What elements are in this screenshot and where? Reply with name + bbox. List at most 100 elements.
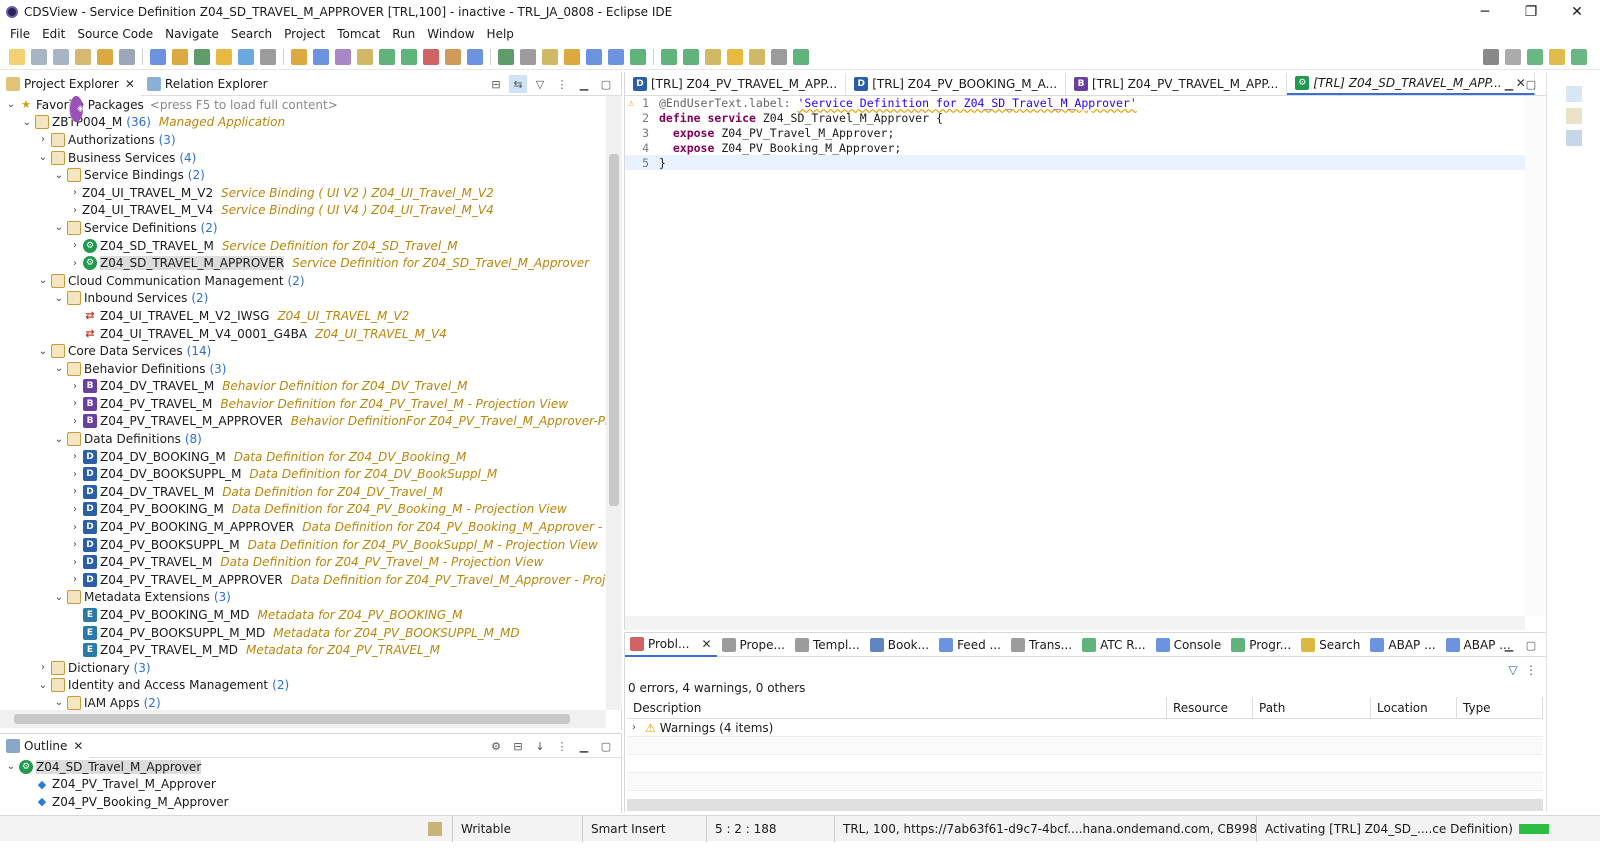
chevron-down-icon[interactable]: ⌄ bbox=[52, 697, 66, 708]
tree-item[interactable]: ⌄ Identity and Access Management (2) bbox=[0, 677, 606, 695]
maximize-view-icon[interactable]: ▢ bbox=[597, 75, 615, 93]
tree-item[interactable]: ⌄ Cloud Communication Management (2) bbox=[0, 272, 606, 290]
tree-item[interactable]: › Authorizations (3) bbox=[0, 131, 606, 149]
tree-item[interactable]: ⌄ Data Definitions (8) bbox=[0, 430, 606, 448]
link-editor-icon[interactable]: ⇆ bbox=[509, 75, 527, 93]
tree-item[interactable]: ⌄ ⚙ Z04_SD_Travel_M_Approver bbox=[0, 758, 621, 776]
menu-run[interactable]: Run bbox=[386, 27, 421, 41]
maximize-view-icon[interactable]: ▢ bbox=[597, 737, 615, 755]
chevron-right-icon[interactable]: › bbox=[68, 240, 82, 251]
tree-item[interactable]: ⌄ Service Bindings (2) bbox=[0, 166, 606, 184]
debug-perspective-icon[interactable] bbox=[1571, 49, 1587, 65]
toolbar-action-icon[interactable] bbox=[291, 48, 307, 65]
restore-icon[interactable] bbox=[1565, 86, 1582, 102]
col-description[interactable]: Description bbox=[627, 697, 1167, 719]
toolbar-action-icon[interactable] bbox=[498, 48, 514, 65]
toolbar-action-icon[interactable] bbox=[150, 48, 166, 65]
menu-file[interactable]: File bbox=[4, 27, 36, 41]
tree-item[interactable]: ⌄ Metadata Extensions (3) bbox=[0, 589, 606, 607]
editor-tab[interactable]: D [TRL] Z04_PV_TRAVEL_M_APP... bbox=[625, 72, 847, 95]
tree-item[interactable]: › B Z04_PV_TRAVEL_M_APPROVER Behavior Defin… bbox=[0, 413, 606, 431]
toolbar-action-icon[interactable] bbox=[520, 48, 536, 65]
chevron-right-icon[interactable]: › bbox=[36, 134, 50, 145]
bottom-tab[interactable]: Book... bbox=[865, 633, 934, 657]
chevron-right-icon[interactable]: › bbox=[68, 205, 82, 216]
minimize-view-icon[interactable]: ▁ bbox=[575, 737, 593, 755]
chevron-down-icon[interactable]: ⌄ bbox=[4, 761, 18, 772]
tree-item[interactable]: ⌄ Core Data Services (14) bbox=[0, 342, 606, 360]
chevron-right-icon[interactable]: › bbox=[68, 557, 82, 568]
filter-icon[interactable]: ▽ bbox=[1504, 661, 1522, 679]
toolbar-action-icon[interactable] bbox=[9, 48, 25, 65]
code-line[interactable]: 4 expose Z04_PV_Booking_M_Approver; bbox=[625, 140, 1525, 155]
close-icon[interactable]: ✕ bbox=[73, 739, 83, 753]
toolbar-action-icon[interactable] bbox=[357, 48, 373, 65]
menu-edit[interactable]: Edit bbox=[36, 27, 71, 41]
minimize-view-icon[interactable]: ▁ bbox=[1500, 75, 1518, 93]
toolbar-action-icon[interactable] bbox=[379, 48, 395, 65]
chevron-right-icon[interactable]: › bbox=[36, 662, 50, 673]
editor-horizontal-scrollbar[interactable] bbox=[625, 616, 1525, 630]
menu-navigate[interactable]: Navigate bbox=[159, 27, 225, 41]
chevron-down-icon[interactable]: ⌄ bbox=[52, 592, 66, 603]
view-menu-icon[interactable]: ⋮ bbox=[553, 75, 571, 93]
bottom-tab[interactable]: Prope... bbox=[717, 633, 790, 657]
tree-item[interactable]: › D Z04_PV_BOOKING_M Data Definition for Z0… bbox=[0, 501, 606, 519]
toolbar-action-icon[interactable] bbox=[313, 48, 329, 65]
warnings-group-row[interactable]: › ⚠ Warnings (4 items) bbox=[627, 719, 1543, 737]
toolbar-action-icon[interactable] bbox=[238, 48, 254, 65]
collapse-all-icon[interactable]: ⊟ bbox=[509, 737, 527, 755]
task-list-icon[interactable] bbox=[1565, 108, 1582, 124]
view-menu-icon[interactable]: ⋮ bbox=[553, 737, 571, 755]
bottom-tab[interactable]: ATC R... bbox=[1077, 633, 1150, 657]
chevron-right-icon[interactable]: › bbox=[68, 539, 82, 550]
tree-item[interactable]: ⌄ Service Definitions (2) bbox=[0, 219, 606, 237]
toolbar-action-icon[interactable] bbox=[194, 48, 210, 65]
toolbar-action-icon[interactable] bbox=[467, 48, 483, 65]
tree-item[interactable]: ⌄ ★ Favorite Packages <press F5 to load ful… bbox=[0, 96, 606, 114]
tree-item[interactable]: ⌄ ZBTP004_M (36) Managed Application bbox=[0, 114, 606, 132]
tree-item[interactable]: ◆ Z04_PV_Booking_M_Approver bbox=[0, 793, 621, 811]
code-line[interactable]: 5} bbox=[625, 155, 1525, 170]
tree-item[interactable]: E Z04_PV_BOOKING_M_MD Metadata for Z04_PV_… bbox=[0, 606, 606, 624]
toolbar-action-icon[interactable] bbox=[705, 48, 721, 65]
close-icon[interactable]: ✕ bbox=[701, 637, 711, 651]
chevron-down-icon[interactable]: ⌄ bbox=[52, 170, 66, 181]
toolbar-action-icon[interactable] bbox=[542, 48, 558, 65]
bottom-tab[interactable]: Search bbox=[1296, 633, 1365, 657]
open-perspective-icon[interactable] bbox=[1505, 49, 1521, 65]
tree-item[interactable]: › D Z04_PV_BOOKING_M_APPROVER Data Definiti… bbox=[0, 518, 606, 536]
toolbar-action-icon[interactable] bbox=[445, 48, 461, 65]
tree-item[interactable]: ◆ Z04_PV_Travel_M_Approver bbox=[0, 776, 621, 794]
menu-search[interactable]: Search bbox=[225, 27, 278, 41]
tree-item[interactable]: › D Z04_DV_BOOKSUPPL_M Data Definition for … bbox=[0, 465, 606, 483]
toolbar-action-icon[interactable] bbox=[31, 48, 47, 65]
tree-item[interactable]: ⌄ Business Services (4) bbox=[0, 149, 606, 167]
chevron-right-icon[interactable]: › bbox=[68, 522, 82, 533]
toolbar-action-icon[interactable] bbox=[119, 48, 135, 65]
chevron-right-icon[interactable]: › bbox=[68, 574, 82, 585]
help-icon[interactable] bbox=[1565, 130, 1582, 146]
toolbar-action-icon[interactable] bbox=[216, 48, 232, 65]
chevron-right-icon[interactable]: › bbox=[68, 451, 82, 462]
filter-icon[interactable]: ⚙ bbox=[487, 737, 505, 755]
tab-relation-explorer[interactable]: Relation Explorer bbox=[141, 72, 274, 96]
chevron-down-icon[interactable]: ⌄ bbox=[36, 346, 50, 357]
maximize-view-icon[interactable]: ▢ bbox=[1522, 636, 1540, 654]
tree-item[interactable]: › D Z04_DV_BOOKING_M Data Definition for Z0… bbox=[0, 448, 606, 466]
collapse-all-icon[interactable]: ⊟ bbox=[487, 75, 505, 93]
tree-item[interactable]: › Dictionary (3) bbox=[0, 659, 606, 677]
toolbar-action-icon[interactable] bbox=[564, 48, 580, 65]
chevron-down-icon[interactable]: ⌄ bbox=[36, 680, 50, 691]
chevron-right-icon[interactable]: › bbox=[68, 469, 82, 480]
maximize-view-icon[interactable]: ▢ bbox=[1522, 75, 1540, 93]
chevron-down-icon[interactable]: ⌄ bbox=[52, 293, 66, 304]
chevron-down-icon[interactable]: ⌄ bbox=[52, 363, 66, 374]
close-icon[interactable]: ✕ bbox=[125, 77, 135, 91]
bottom-tab[interactable]: Trans... bbox=[1006, 633, 1077, 657]
code-line[interactable]: 3 expose Z04_PV_Travel_M_Approver; bbox=[625, 126, 1525, 141]
tree-item[interactable]: ⇄ Z04_UI_TRAVEL_M_V4_0001_G4BA Z04_UI_TRAV… bbox=[0, 325, 606, 343]
toolbar-action-icon[interactable] bbox=[630, 48, 646, 65]
tree-item[interactable]: › D Z04_PV_TRAVEL_M Data Definition for Z04… bbox=[0, 553, 606, 571]
view-menu-icon[interactable]: ⋮ bbox=[1522, 661, 1540, 679]
